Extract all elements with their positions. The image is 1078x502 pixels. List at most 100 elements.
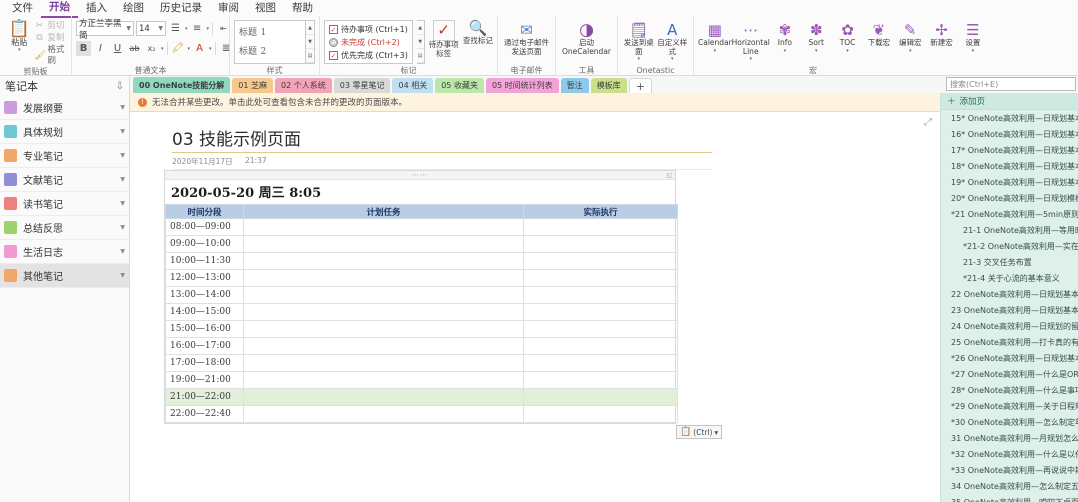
page-list-item-12[interactable]: 23 OneNote高效利用—日规划基本原 [941, 302, 1078, 318]
add-page-button[interactable]: ＋ 添加页 [941, 93, 1078, 110]
decrease-indent-icon[interactable]: ⇤ [216, 21, 231, 36]
cell-actual[interactable] [523, 405, 678, 423]
sidebar-item-5[interactable]: 总结反思 ▼ [0, 216, 129, 240]
schedule-table-container[interactable]: ⋯⋯ ◱ 2020-05-20 周三 8:05 时间分段 计划任务 实际执行 0… [164, 170, 678, 424]
cell-plan[interactable] [243, 286, 524, 304]
cell-time[interactable]: 08:00—09:00 [165, 218, 244, 236]
page-date[interactable]: 2020年11月17日 [172, 156, 233, 167]
cell-plan[interactable] [243, 337, 524, 355]
table-row[interactable]: 08:00—09:00 [165, 218, 678, 236]
style-heading-2[interactable]: 标题 2 [239, 42, 305, 61]
table-row[interactable]: 15:00—16:00 [165, 320, 678, 338]
cell-actual[interactable] [523, 354, 678, 372]
macro-horizontal-line-button[interactable]: ⋯ Horizontal Line ▾ [732, 22, 770, 63]
chevron-down-icon[interactable]: ▾ [714, 48, 717, 54]
tag-item-todo[interactable]: ✓ 待办事项 (Ctrl+1) [329, 23, 408, 36]
sidebar-item-7[interactable]: 其他笔记 ▼ [0, 264, 129, 288]
send-to-desktop-button[interactable]: 🗒 发送到桌面 ▾ [622, 22, 656, 63]
cell-time[interactable]: 17:00—18:00 [165, 354, 244, 372]
cell-actual[interactable] [523, 337, 678, 355]
underline-button[interactable]: U [110, 41, 125, 56]
section-tab-6[interactable]: 05 时间统计列表 [485, 78, 559, 93]
menu-item-history[interactable]: 历史记录 [152, 0, 210, 17]
section-tab-4[interactable]: 04 相关 [392, 78, 434, 93]
chevron-down-icon[interactable]: ▾ [671, 56, 674, 62]
macro-calendar-button[interactable]: ▦ Calendar ▾ [698, 22, 732, 54]
sidebar-item-3[interactable]: 文献笔记 ▼ [0, 168, 129, 192]
page-list-item-5[interactable]: 20* OneNote高效利用—日规划模板 [941, 190, 1078, 206]
tags-more-icon[interactable]: ▤ [416, 49, 424, 63]
sidebar-item-6[interactable]: 生活日志 ▼ [0, 240, 129, 264]
chevron-down-icon[interactable]: ▾ [909, 48, 912, 54]
numbering-icon[interactable]: ≡ [190, 21, 205, 36]
font-color-icon[interactable]: A [192, 41, 207, 56]
chevron-down-icon[interactable]: ▼ [120, 176, 125, 183]
cell-actual[interactable] [523, 303, 678, 321]
page-list-item-6[interactable]: *21 OneNote高效利用—5min原则 [941, 206, 1078, 222]
cell-actual[interactable] [523, 269, 678, 287]
cell-time[interactable]: 22:00—22:40 [165, 405, 244, 423]
page-list-item-1[interactable]: 16* OneNote高效利用—日规划基本 [941, 126, 1078, 142]
cell-actual[interactable] [523, 235, 678, 253]
font-size-select[interactable]: 14 ▼ [136, 21, 166, 36]
chevron-down-icon[interactable]: ▼ [120, 104, 125, 111]
macro-toc-button[interactable]: ✿ TOC ▾ [832, 22, 862, 54]
section-tab-2[interactable]: 02 个人系统 [275, 78, 332, 93]
section-tab-3[interactable]: 03 零星笔记 [333, 78, 391, 93]
page-list-item-4[interactable]: 19* OneNote高效利用—日规划基本 [941, 174, 1078, 190]
page-list-item-9[interactable]: 21-3 交叉任务布置 [941, 254, 1078, 270]
cell-time[interactable]: 12:00—13:00 [165, 269, 244, 287]
page-list-item-24[interactable]: 35 OneNote高效利用—唠叨下桌面版 [941, 494, 1078, 502]
menu-item-help[interactable]: 帮助 [284, 0, 321, 17]
cell-time[interactable]: 15:00—16:00 [165, 320, 244, 338]
chevron-down-icon[interactable]: ▾ [972, 48, 975, 54]
sidebar-item-2[interactable]: 专业笔记 ▼ [0, 144, 129, 168]
custom-style-button[interactable]: A 自定义样式 ▾ [656, 22, 690, 63]
styles-more-icon[interactable]: ▤ [306, 49, 314, 63]
table-row[interactable]: 19:00—21:00 [165, 371, 678, 389]
table-row[interactable]: 21:00—22:00 [165, 388, 678, 406]
new-macro-button[interactable]: ✢ 新建宏 [926, 22, 956, 48]
cell-time[interactable]: 10:00—11:30 [165, 252, 244, 270]
table-row[interactable]: 22:00—22:40 [165, 405, 678, 423]
paste-options-button[interactable]: 📋 (Ctrl) ▾ [676, 425, 723, 439]
add-section-button[interactable]: + [628, 78, 652, 93]
section-tab-1[interactable]: 01 芝麻 [232, 78, 274, 93]
cell-actual[interactable] [523, 388, 678, 406]
bold-button[interactable]: B [76, 41, 91, 56]
table-row[interactable]: 09:00—10:00 [165, 235, 678, 253]
table-row[interactable]: 14:00—15:00 [165, 303, 678, 321]
expand-icon[interactable]: ⤢ [924, 117, 932, 128]
copy-button[interactable]: ⧉ 复制 [34, 33, 67, 44]
schedule-table[interactable]: 时间分段 计划任务 实际执行 08:00—09:00 09:00—10:00 10:… [165, 204, 678, 423]
cell-time[interactable]: 13:00—14:00 [165, 286, 244, 304]
chevron-down-icon[interactable]: ▾ [846, 48, 849, 54]
menu-item-draw[interactable]: 绘图 [115, 0, 152, 17]
chevron-down-icon[interactable]: ▼ [120, 200, 125, 207]
font-family-select[interactable]: 方正兰亭黑简 ▼ [76, 19, 134, 41]
page-list-item-20[interactable]: 31 OneNote高效利用—月规划怎么做 [941, 430, 1078, 446]
sidebar-item-0[interactable]: 发展纲要 ▼ [0, 96, 129, 120]
sidebar-item-4[interactable]: 读书笔记 ▼ [0, 192, 129, 216]
section-tab-5[interactable]: 05 收藏夹 [435, 78, 484, 93]
scroll-down-icon[interactable]: ▼ [306, 35, 314, 49]
page-list-item-15[interactable]: *26 OneNote高效利用—日规划基本 [941, 350, 1078, 366]
cell-time[interactable]: 21:00—22:00 [165, 388, 244, 406]
chevron-down-icon[interactable]: ▾ [714, 428, 718, 437]
cell-plan[interactable] [243, 354, 524, 372]
merge-warning-bar[interactable]: ! 无法合并某些更改。单击此处可查看包含未合并的更改的页面版本。 [130, 93, 940, 112]
tag-item-priority[interactable]: ✓ 优先完成 (Ctrl+3) [329, 49, 408, 62]
cell-actual[interactable] [523, 286, 678, 304]
strikethrough-button[interactable]: ab [127, 41, 142, 56]
paste-button[interactable]: 📋 粘贴 ▾ [4, 18, 34, 53]
table-row[interactable]: 10:00—11:30 [165, 252, 678, 270]
cell-actual[interactable] [523, 218, 678, 236]
pin-icon[interactable]: ⇩ [116, 81, 124, 92]
page-list-item-2[interactable]: 17* OneNote高效利用—日规划基本 [941, 142, 1078, 158]
macro-info-button[interactable]: ✾ Info ▾ [770, 22, 800, 54]
page-list-item-14[interactable]: 25 OneNote高效利用—打卡真的有效 [941, 334, 1078, 350]
page-list-item-7[interactable]: 21-1 OneNote高效利用—等用时就 [941, 222, 1078, 238]
cell-time[interactable]: 19:00—21:00 [165, 371, 244, 389]
cell-plan[interactable] [243, 320, 524, 338]
tags-gallery[interactable]: ✓ 待办事项 (Ctrl+1) ☺ 未完成 (Ctrl+2) ✓ 优先完成 (Ctrl… [324, 20, 413, 64]
